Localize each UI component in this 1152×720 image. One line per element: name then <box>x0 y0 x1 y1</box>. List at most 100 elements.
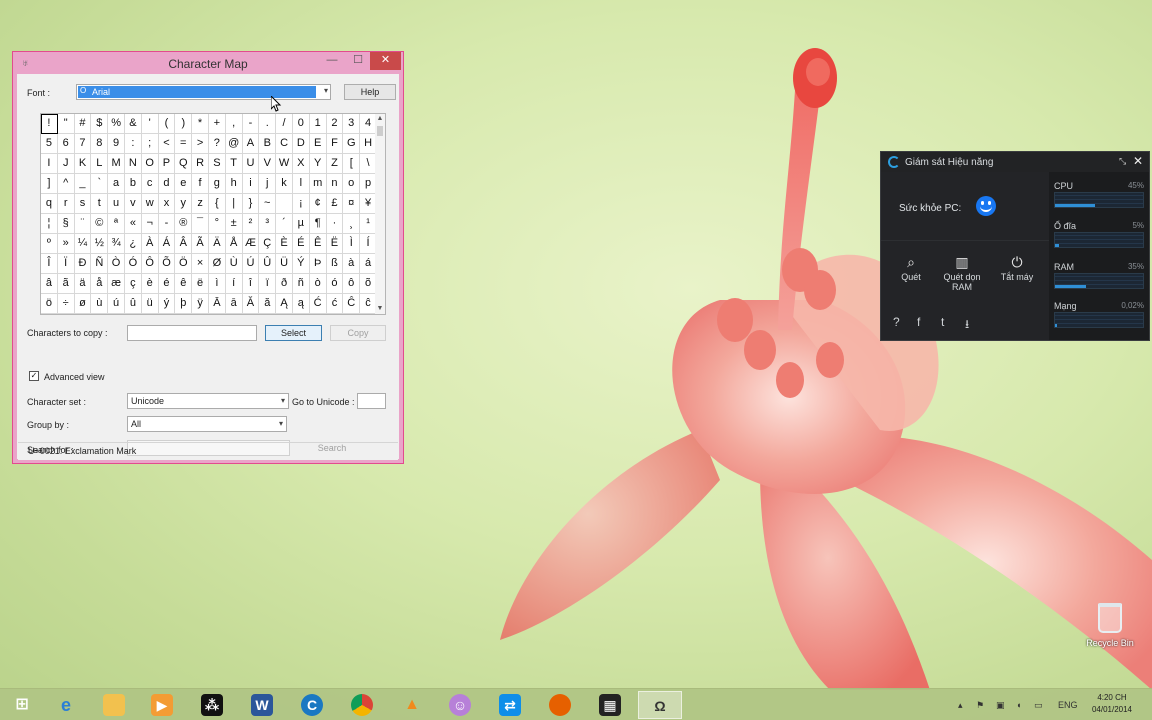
char-cell[interactable]: ¾ <box>108 234 125 254</box>
taskbar-file-explorer[interactable] <box>92 691 136 719</box>
char-cell[interactable]: Æ <box>242 234 260 254</box>
char-cell[interactable]: S <box>208 154 226 174</box>
char-cell[interactable]: a <box>108 174 125 194</box>
char-cell[interactable]: Ô <box>141 254 159 274</box>
char-cell[interactable]: ¡ <box>292 194 310 214</box>
grid-scrollbar[interactable]: ▲ ▼ <box>375 114 385 314</box>
language-indicator[interactable]: ENG <box>1058 689 1078 720</box>
help-icon[interactable]: ? <box>893 315 900 329</box>
character-set-dropdown[interactable]: Unicode ▾ <box>127 393 289 409</box>
char-cell[interactable]: W <box>276 154 293 174</box>
char-cell[interactable]: ă <box>259 294 277 314</box>
char-cell[interactable]: ¼ <box>74 234 92 254</box>
char-cell[interactable]: m <box>309 174 327 194</box>
char-cell[interactable]: » <box>57 234 75 254</box>
char-cell[interactable]: ï <box>259 274 277 294</box>
char-cell[interactable]: k <box>276 174 293 194</box>
char-cell[interactable]: i <box>242 174 260 194</box>
char-cell[interactable]: D <box>292 134 310 154</box>
char-cell[interactable]: å <box>91 274 109 294</box>
taskbar-teamviewer[interactable]: ⇄ <box>488 691 532 719</box>
char-cell[interactable]: ' <box>141 114 159 134</box>
char-cell[interactable]: ÿ <box>192 294 209 314</box>
char-cell[interactable]: © <box>91 214 109 234</box>
char-cell[interactable]: Õ <box>158 254 176 274</box>
char-cell[interactable]: ? <box>208 134 226 154</box>
char-cell[interactable]: : <box>124 134 142 154</box>
char-cell[interactable]: u <box>108 194 125 214</box>
char-cell[interactable]: 3 <box>343 114 361 134</box>
char-cell[interactable]: Ó <box>124 254 142 274</box>
recycle-bin[interactable]: Recycle Bin <box>1082 603 1138 648</box>
clock[interactable]: 4:20 CH 04/01/2014 <box>1086 692 1138 716</box>
taskbar-blackberry[interactable]: ⁂ <box>190 691 234 719</box>
char-cell[interactable]: ô <box>343 274 361 294</box>
char-cell[interactable]: ë <box>192 274 209 294</box>
twitter-icon[interactable]: t <box>941 315 944 329</box>
char-cell[interactable]: 6 <box>57 134 75 154</box>
char-cell[interactable]: t <box>91 194 109 214</box>
char-cell[interactable]: Ĉ <box>343 294 361 314</box>
char-cell[interactable]: ì <box>208 274 226 294</box>
char-cell[interactable]: ] <box>41 174 58 194</box>
flag-icon[interactable]: ⚑ <box>976 689 984 720</box>
char-cell[interactable]: µ <box>292 214 310 234</box>
char-cell[interactable]: ÷ <box>57 294 75 314</box>
char-cell[interactable]: q <box>41 194 58 214</box>
download-icon[interactable]: ⭳ <box>965 315 969 336</box>
char-cell[interactable]: F <box>326 134 344 154</box>
char-cell[interactable]: y <box>175 194 193 214</box>
char-cell[interactable]: l <box>292 174 310 194</box>
char-cell[interactable]: K <box>74 154 92 174</box>
taskbar-firefox[interactable] <box>538 691 582 719</box>
char-cell[interactable]: Ý <box>292 254 310 274</box>
char-cell[interactable]: J <box>57 154 75 174</box>
char-cell[interactable]: ® <box>175 214 193 234</box>
char-cell[interactable]: ± <box>225 214 243 234</box>
char-cell[interactable]: Ą <box>276 294 293 314</box>
copy-button[interactable]: Copy <box>330 325 386 341</box>
char-cell[interactable]: Ã <box>192 234 209 254</box>
taskbar-video-editor[interactable]: ▦ <box>588 691 632 719</box>
char-cell[interactable]: ¢ <box>309 194 327 214</box>
char-cell[interactable]: À <box>141 234 159 254</box>
char-cell[interactable]: æ <box>108 274 125 294</box>
taskbar-chrome[interactable] <box>340 691 384 719</box>
char-cell[interactable]: _ <box>74 174 92 194</box>
char-cell[interactable]: / <box>276 114 293 134</box>
char-cell[interactable]: £ <box>326 194 344 214</box>
char-cell[interactable]: P <box>158 154 176 174</box>
char-cell[interactable]: ā <box>225 294 243 314</box>
char-cell[interactable]: ~ <box>259 194 277 214</box>
power-tray-icon[interactable]: ▭ <box>1034 689 1043 720</box>
char-cell[interactable]: ½ <box>91 234 109 254</box>
char-cell[interactable]: r <box>57 194 75 214</box>
char-cell[interactable]: ó <box>326 274 344 294</box>
char-cell[interactable]: Û <box>259 254 277 274</box>
char-cell[interactable]: ¶ <box>309 214 327 234</box>
font-dropdown[interactable]: Arial O ▾ <box>76 84 331 100</box>
char-cell[interactable]: ´ <box>276 214 293 234</box>
network-tray-icon[interactable]: ▣ <box>996 689 1005 720</box>
char-cell[interactable]: U <box>242 154 260 174</box>
char-cell[interactable]: ¬ <box>141 214 159 234</box>
char-cell[interactable]: O <box>141 154 159 174</box>
char-cell[interactable]: § <box>57 214 75 234</box>
char-cell[interactable]: « <box>124 214 142 234</box>
char-cell[interactable]: > <box>192 134 209 154</box>
char-cell[interactable]: R <box>192 154 209 174</box>
char-cell[interactable]: s <box>74 194 92 214</box>
chevron-down-icon[interactable]: ▾ <box>281 394 285 408</box>
char-cell[interactable]: Á <box>158 234 176 254</box>
char-cell[interactable]: G <box>343 134 361 154</box>
char-cell[interactable]: È <box>276 234 293 254</box>
char-cell[interactable]: è <box>141 274 159 294</box>
char-cell[interactable]: Î <box>41 254 58 274</box>
char-cell[interactable]: | <box>225 194 243 214</box>
char-cell[interactable]: n <box>326 174 344 194</box>
char-cell[interactable]: Ð <box>74 254 92 274</box>
char-cell[interactable]: Ü <box>276 254 293 274</box>
char-cell[interactable]: + <box>208 114 226 134</box>
char-cell[interactable]: Ø <box>208 254 226 274</box>
char-cell[interactable]: e <box>175 174 193 194</box>
